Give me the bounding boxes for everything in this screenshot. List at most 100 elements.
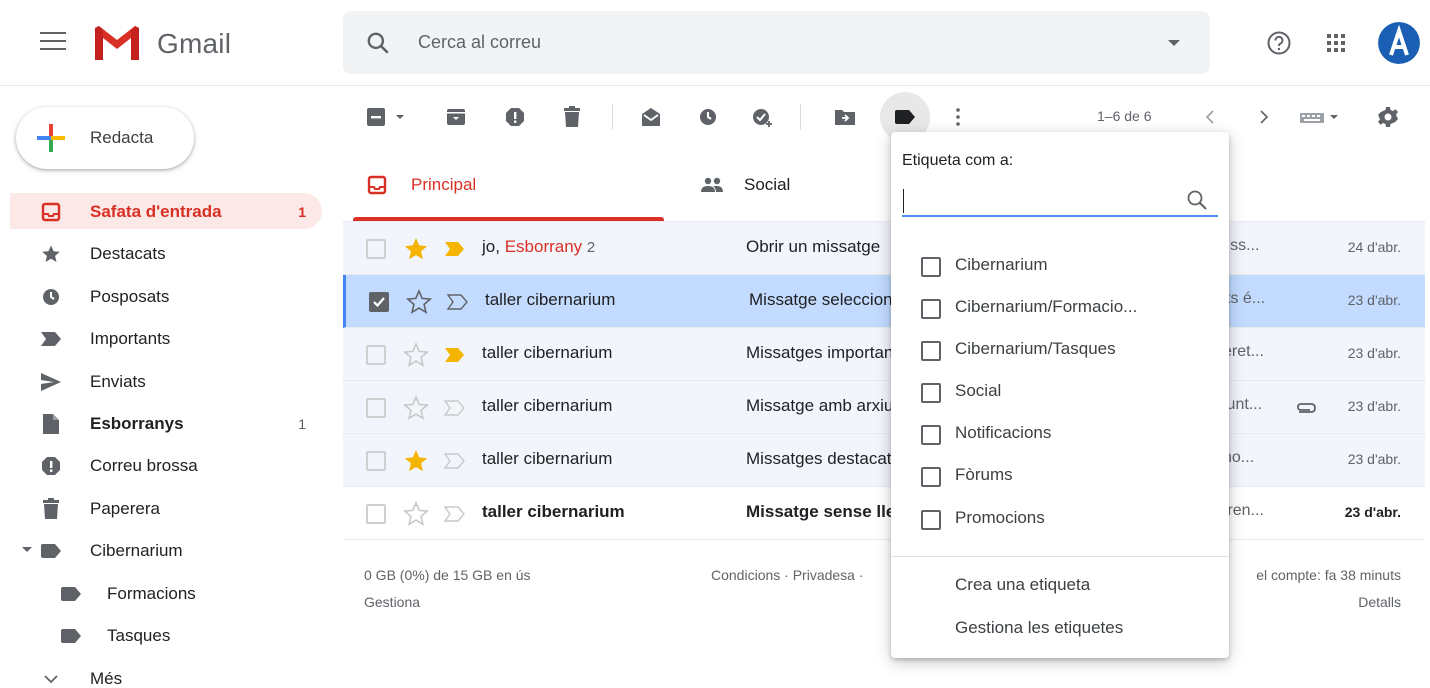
email-date: 23 d'abr.	[1347, 398, 1401, 414]
sidebar-item-snoozed[interactable]: Posposats	[0, 278, 322, 314]
label-search-input[interactable]	[902, 185, 1218, 217]
sidebar-item-label: Tasques	[107, 626, 171, 645]
search-icon[interactable]	[365, 30, 391, 56]
important-marker-icon[interactable]	[443, 398, 467, 418]
row-checkbox[interactable]	[366, 345, 386, 365]
compose-button[interactable]: Redacta	[16, 107, 194, 169]
sidebar-item-more[interactable]: Més	[0, 660, 322, 688]
email-row[interactable]: taller cibernarium Missatge amb arxiu junt…	[343, 381, 1425, 434]
email-snippet: eret...	[1223, 343, 1264, 360]
sidebar-item-label: Esborranys	[90, 414, 184, 433]
star-icon[interactable]	[403, 501, 429, 527]
app-header: Gmail Cerca al correu	[0, 0, 1430, 86]
main-menu-button[interactable]	[40, 32, 66, 54]
settings-gear-icon[interactable]	[1376, 105, 1400, 129]
help-icon[interactable]	[1264, 28, 1294, 58]
apps-grid-icon[interactable]	[1321, 28, 1351, 58]
label-as-icon[interactable]	[893, 105, 917, 129]
label-option[interactable]: Cibernarium/Formacio...	[891, 288, 1229, 328]
row-checkbox[interactable]	[369, 292, 389, 312]
sender-name: taller cibernarium	[482, 449, 613, 468]
row-checkbox[interactable]	[366, 504, 386, 524]
sidebar-item-trash[interactable]: Paperera	[0, 490, 322, 526]
text-cursor	[903, 189, 904, 213]
details-link[interactable]: Detalls	[1358, 594, 1401, 610]
manage-labels-button[interactable]: Gestiona les etiquetes	[955, 618, 1123, 638]
archive-icon[interactable]	[444, 105, 468, 129]
menu-divider	[891, 556, 1229, 557]
label-option[interactable]: Promocions	[891, 499, 1229, 539]
label-checkbox[interactable]	[921, 383, 941, 403]
sidebar-item-tasques[interactable]: Tasques	[0, 617, 322, 653]
star-icon[interactable]	[403, 395, 429, 421]
label-checkbox[interactable]	[921, 425, 941, 445]
sidebar-item-sent[interactable]: Enviats	[0, 363, 322, 399]
email-row[interactable]: jo, Esborrany 2 Obrir un missatge liss... 2…	[343, 222, 1425, 275]
sidebar-item-spam[interactable]: Correu brossa	[0, 447, 322, 483]
tab-principal[interactable]: Principal	[353, 152, 664, 220]
more-vert-icon[interactable]	[946, 105, 970, 129]
select-caret-icon[interactable]	[392, 105, 408, 129]
report-spam-icon[interactable]	[503, 105, 527, 129]
important-marker-icon[interactable]	[446, 292, 470, 312]
email-snippet: ts é...	[1226, 290, 1266, 307]
expand-caret-icon[interactable]	[22, 547, 32, 552]
row-checkbox[interactable]	[366, 239, 386, 259]
add-to-tasks-icon[interactable]	[751, 105, 775, 129]
label-option[interactable]: Social	[891, 372, 1229, 412]
sidebar-item-label: Safata d'entrada	[90, 202, 222, 221]
sidebar-item-inbox[interactable]: Safata d'entrada 1	[10, 193, 322, 229]
search-bar[interactable]: Cerca al correu	[343, 11, 1210, 74]
important-marker-icon[interactable]	[443, 504, 467, 524]
tab-social[interactable]: Social	[690, 152, 890, 220]
gmail-logo[interactable]	[92, 22, 142, 62]
mark-as-read-icon[interactable]	[639, 105, 663, 129]
label-option[interactable]: Fòrums	[891, 456, 1229, 496]
email-row[interactable]: taller cibernarium Missatges destacats no.…	[343, 434, 1425, 487]
delete-icon[interactable]	[560, 105, 584, 129]
label-checkbox[interactable]	[921, 341, 941, 361]
sidebar-item-formacions[interactable]: Formacions	[0, 575, 322, 611]
email-row[interactable]: taller cibernarium Missatges importants er…	[343, 328, 1425, 381]
star-icon[interactable]	[403, 342, 429, 368]
label-checkbox[interactable]	[921, 467, 941, 487]
row-checkbox[interactable]	[366, 398, 386, 418]
manage-storage-link[interactable]: Gestiona	[364, 594, 420, 610]
move-to-icon[interactable]	[833, 105, 857, 129]
label-option[interactable]: Notificacions	[891, 414, 1229, 454]
older-chevron-icon[interactable]	[1252, 105, 1276, 129]
create-label-button[interactable]: Crea una etiqueta	[955, 575, 1090, 595]
sidebar-item-label: Cibernarium	[90, 541, 183, 560]
account-avatar[interactable]	[1378, 22, 1420, 64]
spam-icon	[40, 455, 62, 477]
sidebar-item-drafts[interactable]: Esborranys 1	[0, 405, 322, 441]
label-checkbox[interactable]	[921, 299, 941, 319]
sidebar-item-label: Destacats	[90, 244, 166, 263]
star-icon[interactable]	[403, 448, 429, 474]
email-row[interactable]: taller cibernarium Missatge sense llegir t…	[343, 487, 1425, 540]
label-checkbox[interactable]	[921, 257, 941, 277]
search-options-caret-icon[interactable]	[1168, 40, 1180, 46]
label-checkbox[interactable]	[921, 510, 941, 530]
label-option[interactable]: Cibernarium/Tasques	[891, 330, 1229, 370]
sidebar-item-cibernarium[interactable]: Cibernarium	[0, 532, 322, 568]
star-icon[interactable]	[406, 289, 432, 315]
important-marker-icon[interactable]	[443, 239, 467, 259]
sidebar-item-important[interactable]: Importants	[0, 320, 322, 356]
important-marker-icon[interactable]	[443, 451, 467, 471]
email-sender: taller cibernarium	[482, 502, 625, 522]
snooze-icon[interactable]	[696, 105, 720, 129]
newer-chevron-icon[interactable]	[1198, 105, 1222, 129]
row-checkbox[interactable]	[366, 451, 386, 471]
important-marker-icon[interactable]	[443, 345, 467, 365]
sidebar-item-starred[interactable]: Destacats	[0, 235, 322, 271]
pagination-info: 1–6 de 6	[1097, 108, 1152, 124]
footer-links[interactable]: Condicions · Privadesa ·	[711, 567, 864, 583]
label-option[interactable]: Cibernarium	[891, 246, 1229, 286]
select-checkbox-icon[interactable]	[364, 105, 388, 129]
thread-count: 2	[586, 239, 596, 256]
star-icon[interactable]	[403, 236, 429, 262]
search-input[interactable]: Cerca al correu	[418, 32, 541, 53]
input-tools-keyboard-icon[interactable]	[1299, 105, 1339, 129]
email-row[interactable]: taller cibernarium Missatge seleccionat ts…	[343, 275, 1425, 328]
